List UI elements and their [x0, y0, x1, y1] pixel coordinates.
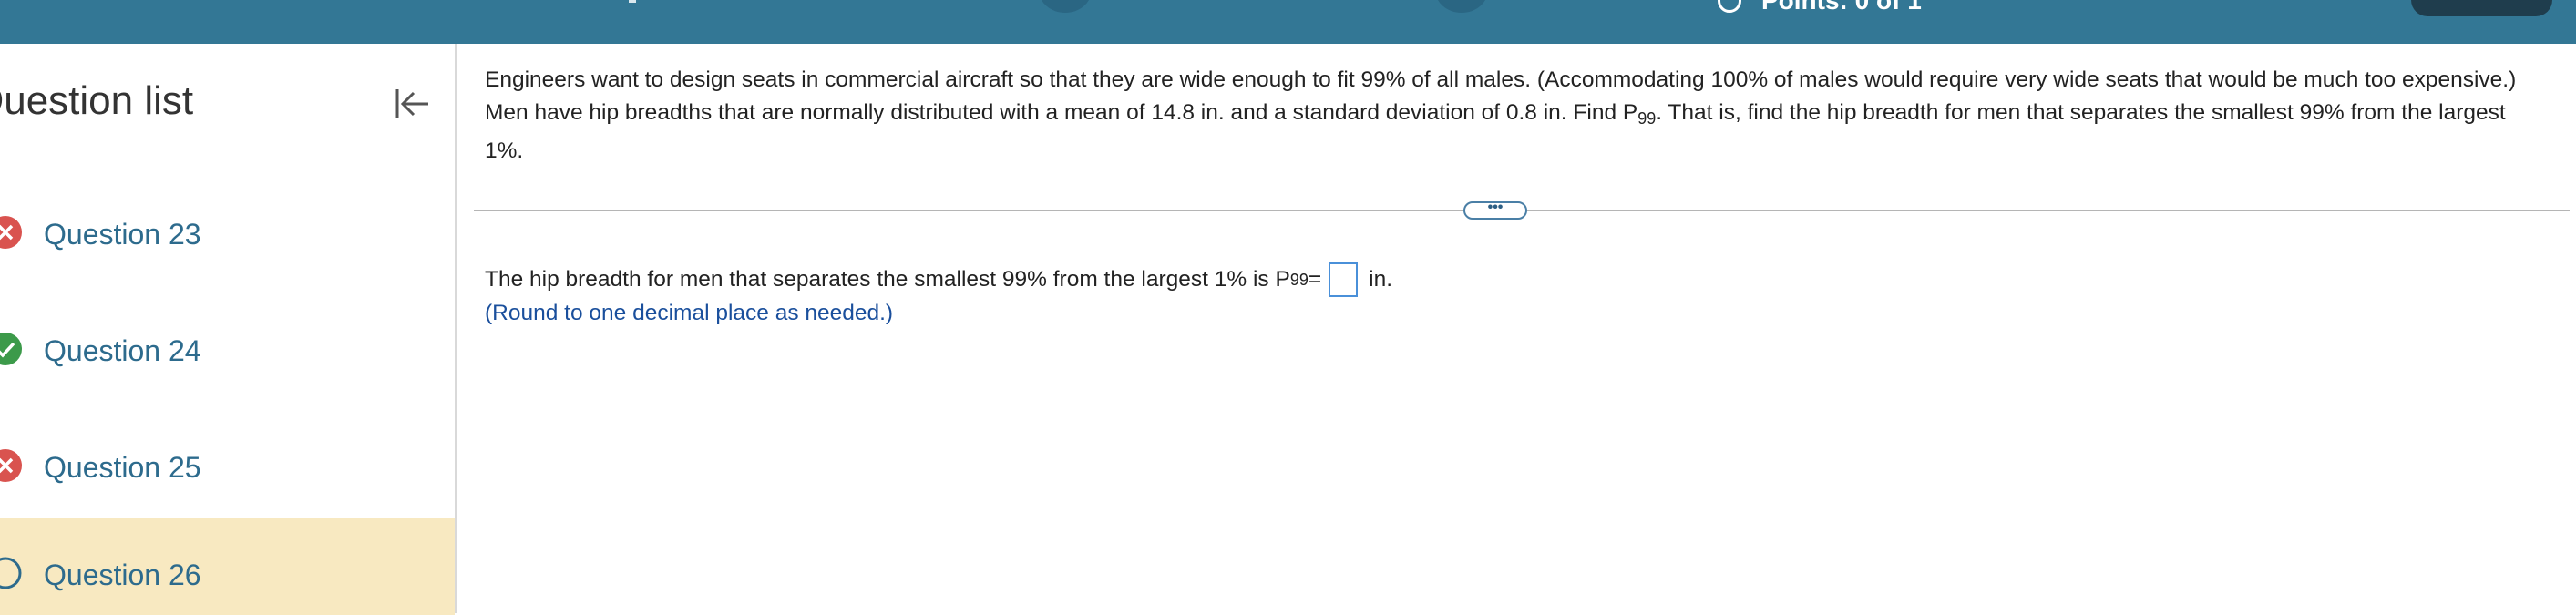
top-bar: Points: 0 of 1: [0, 0, 2576, 44]
question-label: Question 23: [44, 218, 201, 251]
question-text: Engineers want to design seats in commer…: [485, 64, 2526, 168]
question-label: Question 24: [44, 334, 201, 367]
nav-next-button[interactable]: [1435, 0, 1488, 13]
points-circle-icon: [1718, 0, 1741, 13]
points-label: Points: 0 of 1: [1761, 0, 1922, 15]
question-list-title: Question list: [0, 78, 194, 123]
incorrect-x-icon: [0, 216, 22, 249]
answer-unit: in.: [1369, 267, 1393, 292]
unanswered-circle-icon: [0, 557, 22, 589]
collapse-left-icon[interactable]: [390, 82, 434, 126]
rounding-instruction: (Round to one decimal place as needed.): [485, 301, 894, 325]
points-display: Points: 0 of 1: [1718, 0, 1922, 16]
answer-line: The hip breadth for men that separates t…: [485, 262, 1392, 297]
percentile-subscript: 99: [1637, 109, 1657, 128]
check-answer-button[interactable]: [2411, 0, 2552, 16]
question-label: Question 26: [44, 559, 201, 591]
answer-input[interactable]: [1329, 262, 1359, 297]
equals-sign: =: [1308, 267, 1322, 292]
question-list-sidebar: Question list Question 23 Question 24 Qu…: [0, 44, 457, 615]
more-options-button[interactable]: •••: [1463, 200, 1527, 220]
percentile-subscript: 99: [1289, 270, 1309, 289]
question-label: Question 25: [44, 451, 201, 484]
question-item-26[interactable]: Question 26: [0, 518, 455, 615]
answer-prefix: The hip breadth for men that separates t…: [485, 267, 1290, 292]
top-bar-fragment: [629, 0, 636, 3]
nav-previous-button[interactable]: [1039, 0, 1092, 13]
incorrect-x-icon: [0, 449, 22, 482]
question-item-23[interactable]: Question 23: [0, 178, 455, 274]
question-item-24[interactable]: Question 24: [0, 294, 455, 391]
question-pane: Engineers want to design seats in commer…: [474, 44, 2576, 613]
question-item-25[interactable]: Question 25: [0, 411, 455, 507]
correct-check-icon: [0, 333, 22, 365]
